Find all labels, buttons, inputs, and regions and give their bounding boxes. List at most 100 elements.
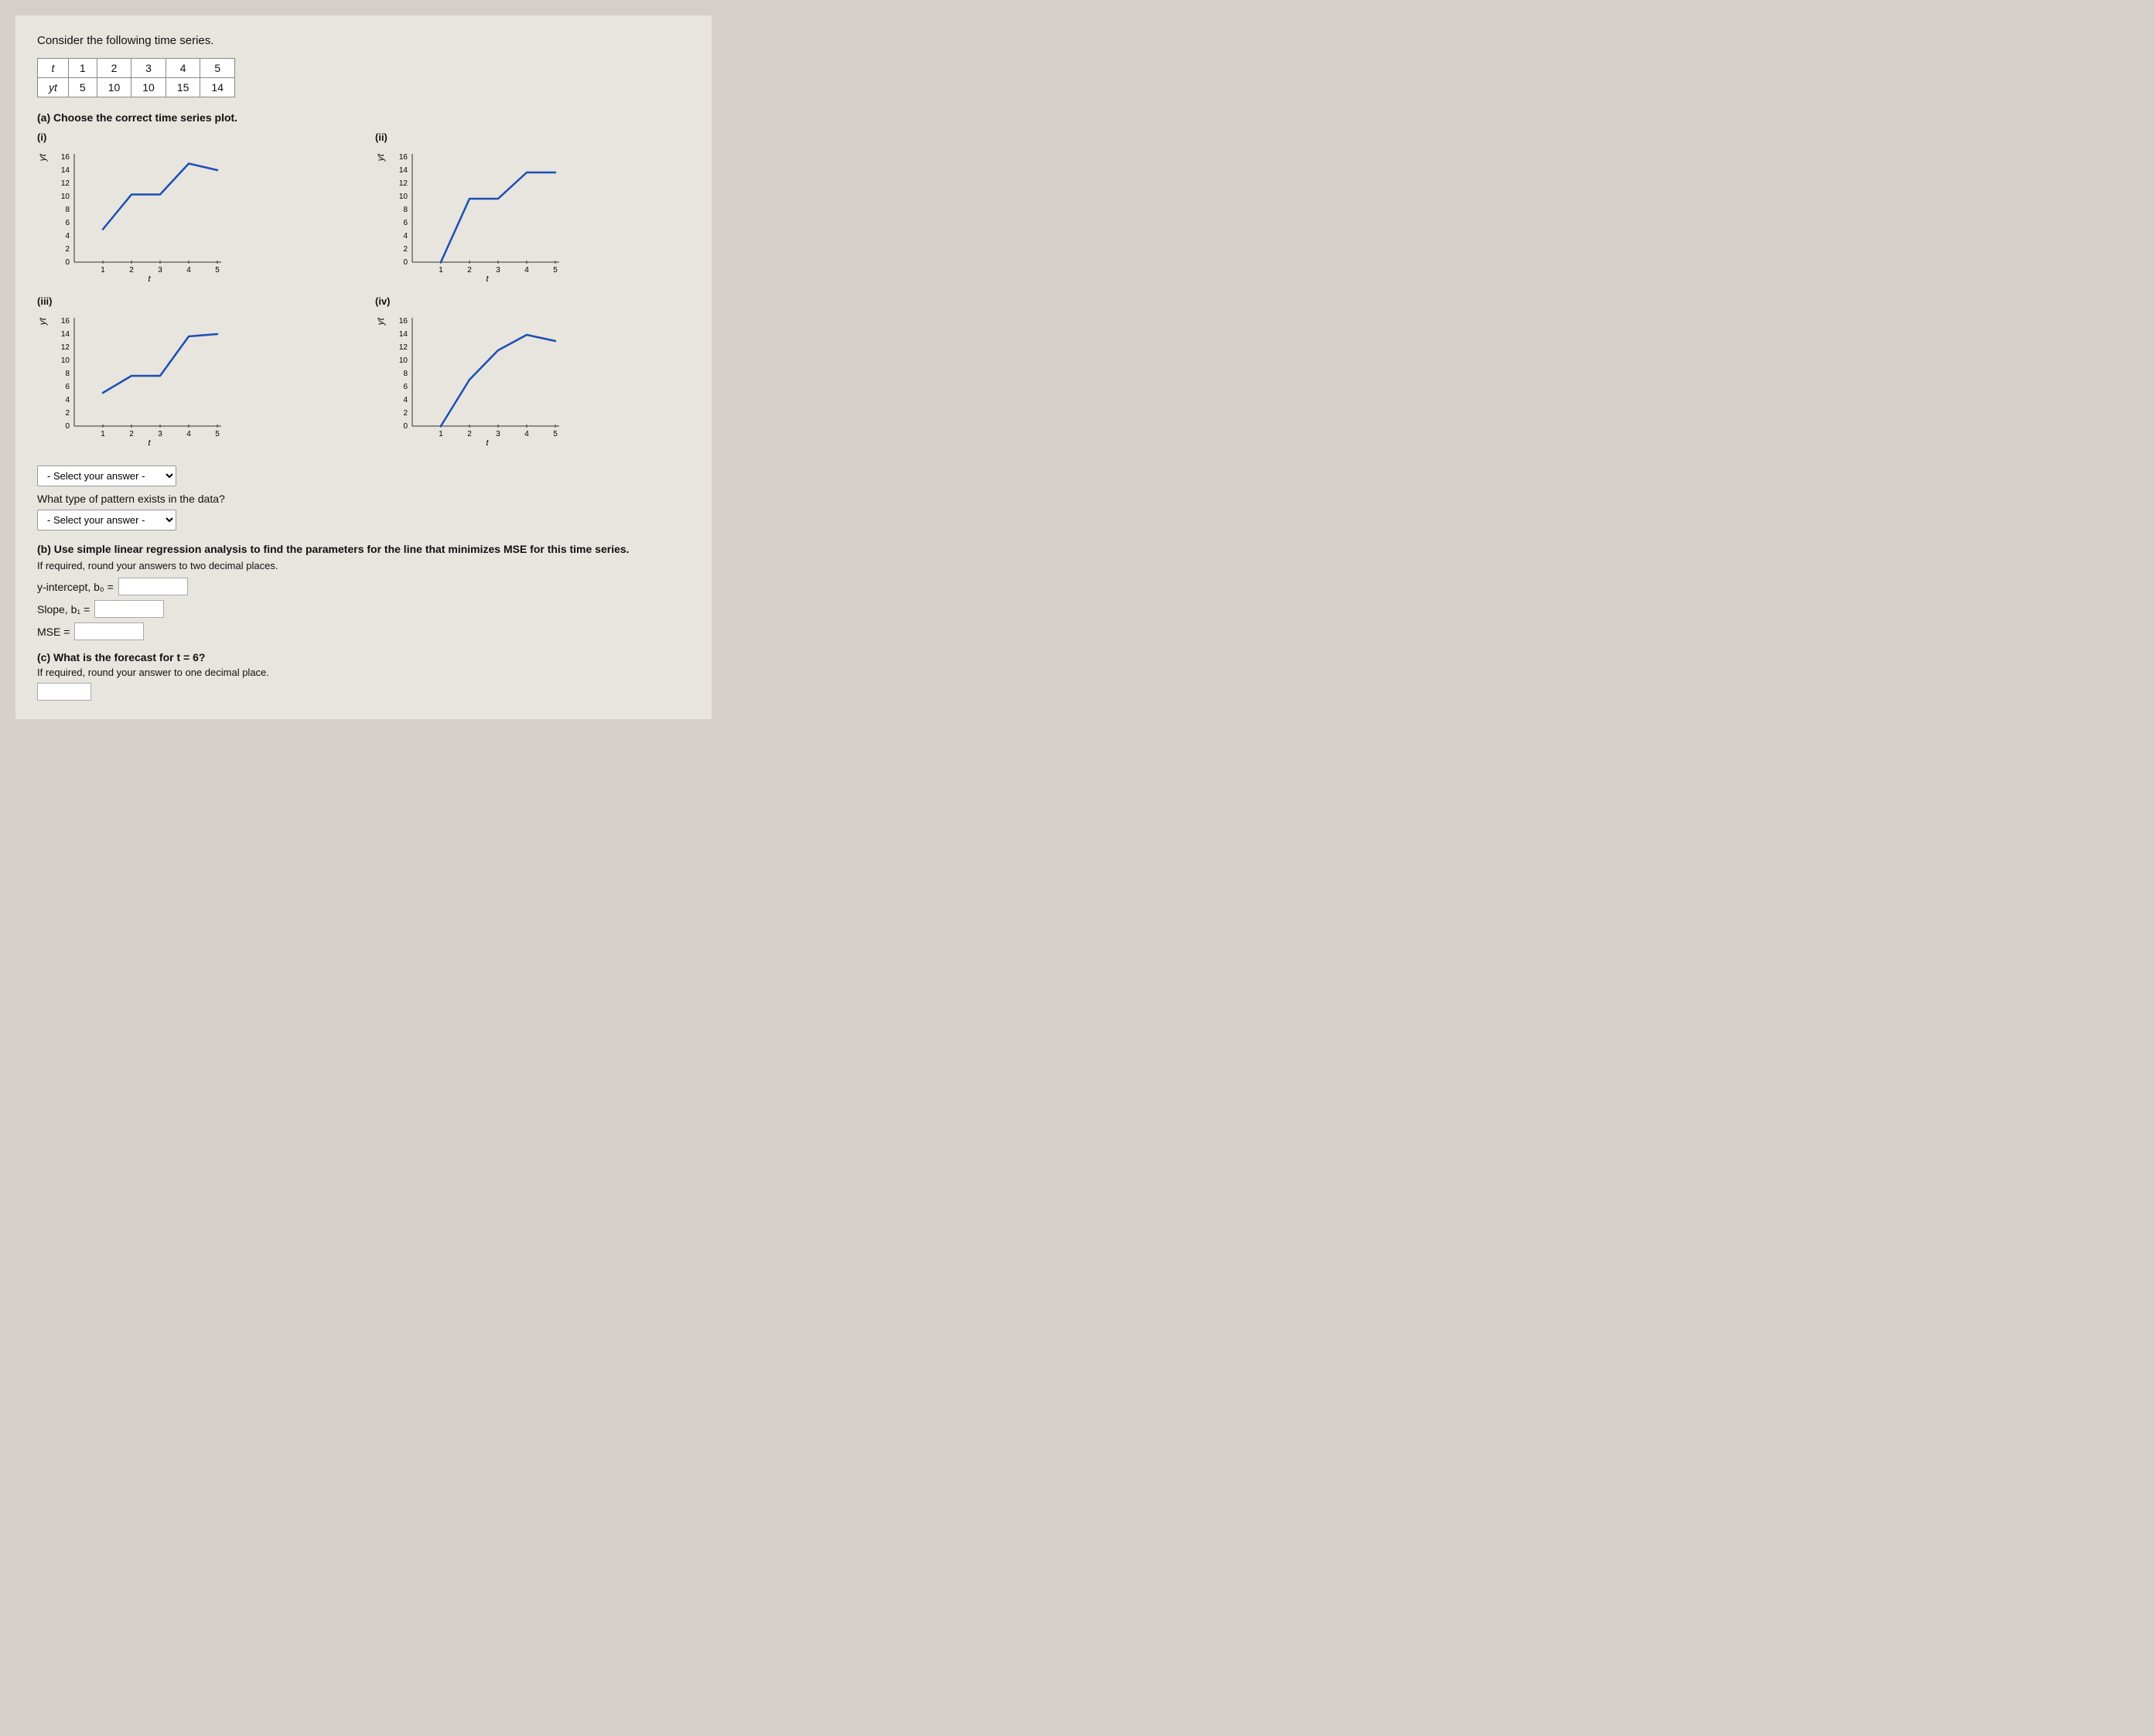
svg-text:2: 2 xyxy=(65,245,70,254)
svg-text:12: 12 xyxy=(399,179,408,188)
svg-text:2: 2 xyxy=(65,409,70,418)
svg-text:8: 8 xyxy=(403,206,408,214)
plot-iv-area: yt 0 2 4 6 8 10 12 14 16 1 xyxy=(375,310,690,452)
svg-text:5: 5 xyxy=(553,266,558,275)
part-a-label: (a) Choose the correct time series plot. xyxy=(37,111,690,124)
plot-ii-label: (ii) xyxy=(375,131,690,143)
svg-text:2: 2 xyxy=(467,266,472,275)
svg-text:4: 4 xyxy=(186,266,191,275)
svg-text:10: 10 xyxy=(399,193,408,201)
svg-text:16: 16 xyxy=(399,153,408,162)
plots-grid: (i) yt 0 2 4 6 8 10 xyxy=(37,131,690,452)
y-intercept-row: y-intercept, b₀ = xyxy=(37,578,690,595)
plot-i-svg: 0 2 4 6 8 10 12 14 16 1 2 3 4 5 xyxy=(51,146,229,285)
svg-text:3: 3 xyxy=(158,430,162,438)
mse-row: MSE = xyxy=(37,622,690,640)
plot-i: (i) yt 0 2 4 6 8 10 xyxy=(37,131,352,288)
svg-text:2: 2 xyxy=(403,245,408,254)
svg-text:6: 6 xyxy=(403,219,408,227)
svg-text:2: 2 xyxy=(467,430,472,438)
plot-ii-svg: 0 2 4 6 8 10 12 14 16 1 2 3 4 5 xyxy=(389,146,567,285)
plot-iii: (iii) yt 0 2 4 6 8 10 12 14 16 xyxy=(37,295,352,452)
svg-text:14: 14 xyxy=(61,330,70,339)
svg-text:2: 2 xyxy=(129,430,134,438)
svg-text:2: 2 xyxy=(403,409,408,418)
plot-iv: (iv) yt 0 2 4 6 8 10 12 14 16 xyxy=(375,295,690,452)
svg-text:4: 4 xyxy=(403,396,408,404)
what-type-label: What type of pattern exists in the data? xyxy=(37,493,690,505)
y-intercept-input[interactable] xyxy=(118,578,188,595)
svg-text:8: 8 xyxy=(403,370,408,378)
plot-i-label: (i) xyxy=(37,131,352,143)
svg-text:0: 0 xyxy=(65,422,70,431)
slope-input[interactable] xyxy=(94,600,164,618)
page: Consider the following time series. t123… xyxy=(15,15,712,719)
svg-text:t: t xyxy=(486,438,489,448)
plot-iii-yaxis: yt xyxy=(37,318,48,325)
part-c-title: (c) What is the forecast for t = 6? xyxy=(37,651,690,663)
page-title: Consider the following time series. xyxy=(37,34,690,47)
svg-text:1: 1 xyxy=(101,266,105,275)
slope-label: Slope, b₁ = xyxy=(37,603,90,616)
svg-text:4: 4 xyxy=(65,232,70,240)
data-table: t12345yt510101514 xyxy=(37,58,235,97)
y-intercept-label: y-intercept, b₀ = xyxy=(37,581,114,593)
svg-text:12: 12 xyxy=(61,343,70,352)
svg-text:1: 1 xyxy=(439,430,443,438)
plot-i-yaxis: yt xyxy=(37,154,48,161)
svg-text:t: t xyxy=(148,275,151,284)
plot-iv-svg: 0 2 4 6 8 10 12 14 16 1 2 3 4 5 xyxy=(389,310,567,449)
svg-text:8: 8 xyxy=(65,206,70,214)
part-c-subtitle: If required, round your answer to one de… xyxy=(37,667,690,678)
svg-text:14: 14 xyxy=(61,166,70,175)
svg-text:5: 5 xyxy=(553,430,558,438)
part-b-subtitle: If required, round your answers to two d… xyxy=(37,560,690,571)
plot-iii-chart: 0 2 4 6 8 10 12 14 16 1 2 3 4 5 xyxy=(51,310,229,452)
svg-text:4: 4 xyxy=(524,430,529,438)
svg-text:6: 6 xyxy=(403,383,408,391)
svg-text:4: 4 xyxy=(403,232,408,240)
part-b-title: (b) Use simple linear regression analysi… xyxy=(37,543,690,555)
plot-i-area: yt 0 2 4 6 8 10 12 xyxy=(37,146,352,288)
plot-ii: (ii) yt 0 2 4 6 8 10 12 14 16 xyxy=(375,131,690,288)
plot-i-chart: 0 2 4 6 8 10 12 14 16 1 2 3 4 5 xyxy=(51,146,229,288)
svg-text:5: 5 xyxy=(215,430,220,438)
svg-text:4: 4 xyxy=(186,430,191,438)
svg-text:10: 10 xyxy=(61,356,70,365)
svg-text:4: 4 xyxy=(65,396,70,404)
svg-text:1: 1 xyxy=(101,430,105,438)
slope-row: Slope, b₁ = xyxy=(37,600,690,618)
svg-text:12: 12 xyxy=(61,179,70,188)
plot-iii-label: (iii) xyxy=(37,295,352,307)
svg-text:t: t xyxy=(486,275,489,284)
svg-text:6: 6 xyxy=(65,383,70,391)
select-answer-dropdown-1[interactable]: - Select your answer - i ii iii iv xyxy=(37,466,176,486)
mse-label: MSE = xyxy=(37,626,70,638)
mse-input[interactable] xyxy=(74,622,144,640)
select-answer-row-2: - Select your answer - Linear trend Seas… xyxy=(37,510,690,530)
svg-text:3: 3 xyxy=(496,430,500,438)
select-answer-dropdown-2[interactable]: - Select your answer - Linear trend Seas… xyxy=(37,510,176,530)
plot-iii-svg: 0 2 4 6 8 10 12 14 16 1 2 3 4 5 xyxy=(51,310,229,449)
plot-ii-area: yt 0 2 4 6 8 10 12 14 16 1 xyxy=(375,146,690,288)
select-answer-row-1: - Select your answer - i ii iii iv xyxy=(37,466,690,486)
svg-text:8: 8 xyxy=(65,370,70,378)
part-c-input[interactable] xyxy=(37,683,91,701)
svg-text:16: 16 xyxy=(61,317,70,326)
svg-text:0: 0 xyxy=(403,422,408,431)
svg-text:t: t xyxy=(148,438,151,448)
svg-text:16: 16 xyxy=(399,317,408,326)
svg-text:10: 10 xyxy=(399,356,408,365)
svg-text:12: 12 xyxy=(399,343,408,352)
plot-iv-chart: 0 2 4 6 8 10 12 14 16 1 2 3 4 5 xyxy=(389,310,567,452)
svg-text:10: 10 xyxy=(61,193,70,201)
svg-text:1: 1 xyxy=(439,266,443,275)
plot-ii-chart: 0 2 4 6 8 10 12 14 16 1 2 3 4 5 xyxy=(389,146,567,288)
plot-ii-yaxis: yt xyxy=(375,154,386,161)
svg-text:5: 5 xyxy=(215,266,220,275)
svg-text:3: 3 xyxy=(158,266,162,275)
plot-iv-label: (iv) xyxy=(375,295,690,307)
svg-text:0: 0 xyxy=(403,258,408,267)
svg-text:0: 0 xyxy=(65,258,70,267)
svg-text:14: 14 xyxy=(399,166,408,175)
